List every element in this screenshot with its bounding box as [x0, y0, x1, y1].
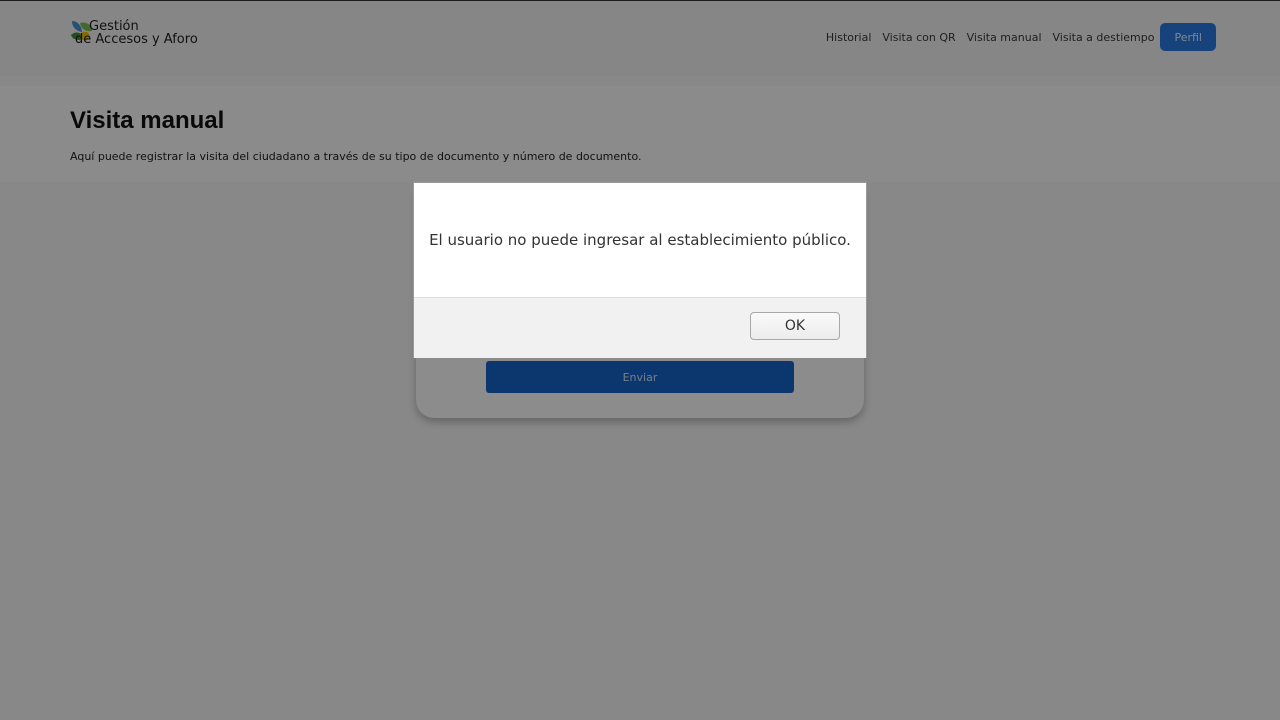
modal-overlay [0, 0, 1280, 720]
dialog-message: El usuario no puede ingresar al establec… [429, 231, 851, 249]
page: Gestión de Accesos y Aforo Historial Vis… [0, 0, 1280, 720]
alert-dialog: El usuario no puede ingresar al establec… [413, 182, 867, 358]
dialog-footer: OK [414, 297, 866, 358]
ok-button[interactable]: OK [750, 312, 840, 340]
